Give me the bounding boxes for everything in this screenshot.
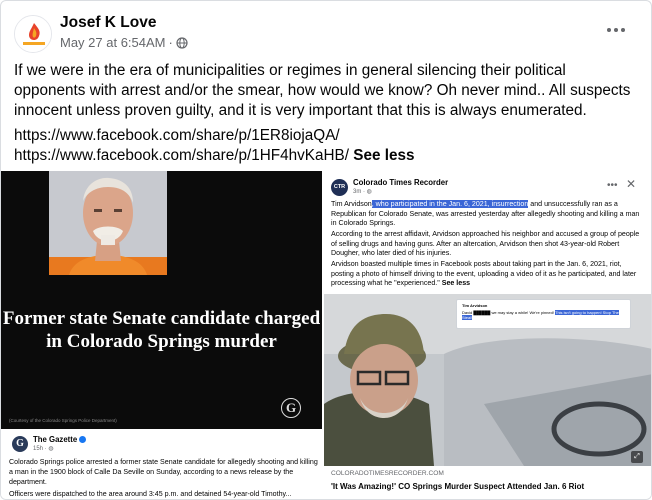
ctr-avatar: CTR — [331, 179, 348, 196]
ctr-p1-highlight: , who participated in the Jan. 6, 2021, … — [371, 200, 529, 208]
ctr-p3-text: Arvidson boasted multiple times in Faceb… — [331, 260, 637, 288]
inset-text-plain: David ██████ we may stay a while! We're … — [462, 310, 555, 315]
gazette-avatar: G — [12, 436, 28, 452]
verified-badge-icon — [79, 436, 87, 443]
inset-name: Tim Arvidson — [462, 303, 488, 308]
ctr-more-icon: ••• — [607, 180, 618, 191]
gazette-image: Former state Senate candidate charged in… — [1, 171, 322, 429]
ctr-paragraph-3: Arvidson boasted multiple times in Faceb… — [331, 260, 641, 289]
mugshot-photo — [49, 171, 167, 275]
post-body-text: If we were in the era of municipalities … — [14, 62, 631, 119]
gazette-headline: Former state Senate candidate charged in… — [2, 308, 321, 352]
more-options-icon[interactable] — [603, 23, 629, 37]
love-letter-logo — [15, 16, 51, 52]
share-link-2[interactable]: https://www.facebook.com/share/p/1HF4hvK… — [14, 147, 349, 164]
ctr-paragraph-1: Tim Arvidson, who participated in the Ja… — [331, 200, 641, 229]
meta-separator: · — [168, 35, 173, 50]
expand-icon[interactable]: ⤢ — [631, 451, 643, 463]
ctr-see-less: See less — [441, 279, 471, 288]
globe-icon[interactable] — [176, 36, 188, 49]
gazette-time-text: 15h · — [33, 446, 49, 452]
gazette-caption: Colorado Springs police arrested a forme… — [9, 458, 318, 486]
link-title[interactable]: 'It Was Amazing!' CO Springs Murder Susp… — [331, 482, 584, 491]
ctr-paragraph-2: According to the arrest affidavit, Arvid… — [331, 230, 640, 258]
author-name[interactable]: Josef K Love — [60, 14, 156, 32]
gazette-time: 15h · ◍ — [33, 445, 54, 452]
see-less-button[interactable]: See less — [353, 147, 414, 164]
gazette-caption-cut: Officers were dispatched to the area aro… — [9, 490, 292, 498]
gazette-name: The Gazette — [33, 435, 78, 444]
facebook-post: Josef K Love May 27 at 6:54AM · If we we… — [0, 0, 652, 500]
gazette-screenshot[interactable]: Former state Senate candidate charged in… — [1, 171, 322, 499]
inset-text: David ██████ we may stay a while! We're … — [462, 310, 627, 320]
ctr-source-name: Colorado Times Recorder — [353, 178, 449, 187]
ctr-close-icon: ✕ — [626, 177, 637, 191]
gazette-source: The Gazette — [33, 435, 87, 444]
ctr-photo: Tim Arvidson David ██████ we may stay a … — [324, 294, 651, 466]
small-globe-icon: ◍ — [48, 446, 54, 452]
post-timestamp[interactable]: May 27 at 6:54AM — [60, 35, 166, 50]
gazette-logo: G — [281, 398, 301, 418]
photo-credit: (Courtesy of the Colorado Springs Police… — [9, 418, 117, 423]
facebook-comment-inset: Tim Arvidson David ██████ we may stay a … — [456, 299, 631, 329]
ctr-time: 3m · ◍ — [353, 188, 372, 195]
ctr-time-text: 3m · — [353, 189, 367, 195]
post-links: https://www.facebook.com/share/p/1ER8ioj… — [14, 126, 639, 166]
post-meta: May 27 at 6:54AM · — [60, 35, 188, 50]
link-domain: COLORADOTIMESRECORDER.COM — [331, 470, 444, 477]
ctr-p1-start: Tim Arvidson — [331, 200, 372, 208]
ctr-screenshot[interactable]: CTR Colorado Times Recorder 3m · ◍ ••• ✕… — [324, 171, 651, 499]
small-globe-icon: ◍ — [366, 189, 372, 195]
author-avatar[interactable] — [14, 15, 52, 53]
media-grid: Former state Senate candidate charged in… — [1, 171, 651, 499]
share-link-1[interactable]: https://www.facebook.com/share/p/1ER8ioj… — [14, 127, 340, 144]
